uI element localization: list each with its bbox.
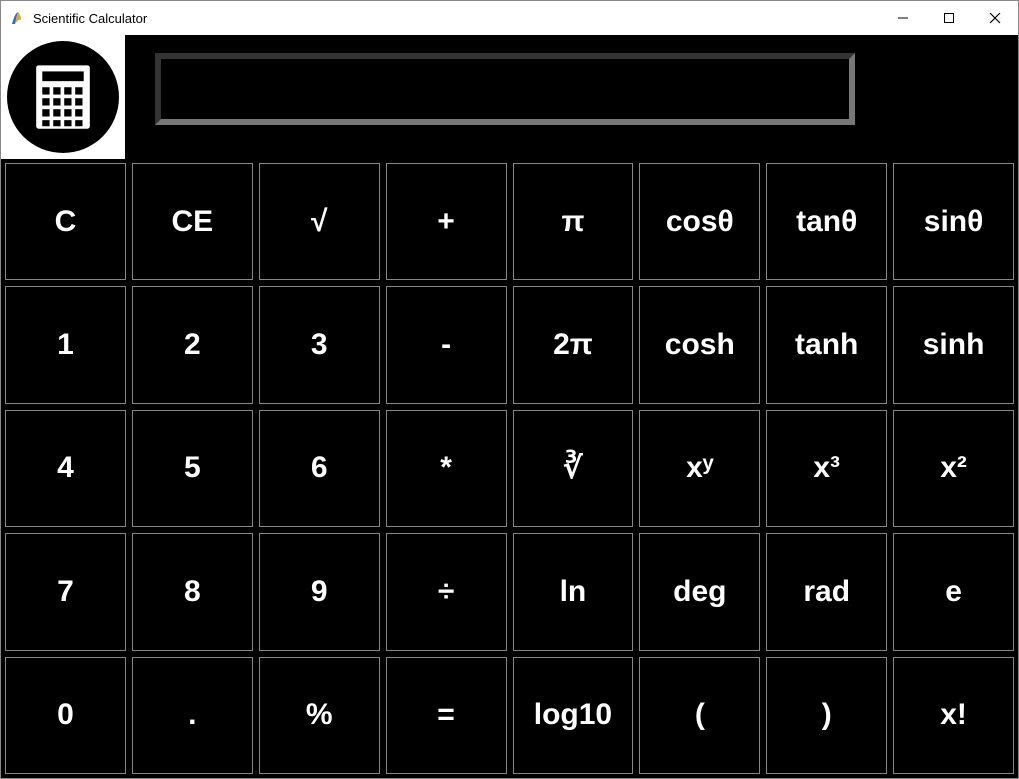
key-cos[interactable]: cosθ — [639, 163, 760, 280]
window-title: Scientific Calculator — [33, 11, 147, 26]
key-x-cubed[interactable]: x³ — [766, 410, 887, 527]
key-grid: CCE√+πcosθtanθsinθ 123-2πcoshtanhsinh 456*… — [1, 159, 1018, 778]
app-window: Scientific Calculator — [0, 0, 1019, 779]
key-log10[interactable]: log10 — [513, 657, 634, 774]
key-digit-3[interactable]: 3 — [259, 286, 380, 403]
calculator-logo — [1, 35, 125, 159]
key-x-squared[interactable]: x² — [893, 410, 1014, 527]
key-two-pi[interactable]: 2π — [513, 286, 634, 403]
key-digit-1[interactable]: 1 — [5, 286, 126, 403]
key-digit-9[interactable]: 9 — [259, 533, 380, 650]
maximize-button[interactable] — [926, 1, 972, 35]
key-minus[interactable]: - — [386, 286, 507, 403]
key-digit-5[interactable]: 5 — [132, 410, 253, 527]
key-sin[interactable]: sinθ — [893, 163, 1014, 280]
minimize-button[interactable] — [880, 1, 926, 35]
key-percent[interactable]: % — [259, 657, 380, 774]
calculator-icon — [7, 41, 119, 153]
key-clear[interactable]: C — [5, 163, 126, 280]
key-cosh[interactable]: cosh — [639, 286, 760, 403]
titlebar: Scientific Calculator — [1, 1, 1018, 35]
key-digit-0[interactable]: 0 — [5, 657, 126, 774]
key-equals[interactable]: = — [386, 657, 507, 774]
key-x-pow-y[interactable]: xʸ — [639, 410, 760, 527]
python-tk-feather-icon — [9, 10, 25, 26]
key-lparen[interactable]: ( — [639, 657, 760, 774]
key-deg[interactable]: deg — [639, 533, 760, 650]
display-area — [125, 35, 1018, 125]
client-area: CCE√+πcosθtanθsinθ 123-2πcoshtanhsinh 456*… — [1, 35, 1018, 778]
key-decimal[interactable]: . — [132, 657, 253, 774]
top-row — [1, 35, 1018, 159]
key-digit-2[interactable]: 2 — [132, 286, 253, 403]
key-ln[interactable]: ln — [513, 533, 634, 650]
key-rparen[interactable]: ) — [766, 657, 887, 774]
key-plus[interactable]: + — [386, 163, 507, 280]
key-digit-4[interactable]: 4 — [5, 410, 126, 527]
key-digit-7[interactable]: 7 — [5, 533, 126, 650]
key-digit-8[interactable]: 8 — [132, 533, 253, 650]
key-factorial[interactable]: x! — [893, 657, 1014, 774]
key-clear-entry[interactable]: CE — [132, 163, 253, 280]
key-sinh[interactable]: sinh — [893, 286, 1014, 403]
display-field[interactable] — [155, 53, 855, 125]
key-multiply[interactable]: * — [386, 410, 507, 527]
key-euler-e[interactable]: e — [893, 533, 1014, 650]
key-tanh[interactable]: tanh — [766, 286, 887, 403]
key-digit-6[interactable]: 6 — [259, 410, 380, 527]
key-sqrt[interactable]: √ — [259, 163, 380, 280]
key-cbrt[interactable]: ∛ — [513, 410, 634, 527]
key-tan[interactable]: tanθ — [766, 163, 887, 280]
key-rad[interactable]: rad — [766, 533, 887, 650]
close-button[interactable] — [972, 1, 1018, 35]
key-divide[interactable]: ÷ — [386, 533, 507, 650]
key-pi[interactable]: π — [513, 163, 634, 280]
